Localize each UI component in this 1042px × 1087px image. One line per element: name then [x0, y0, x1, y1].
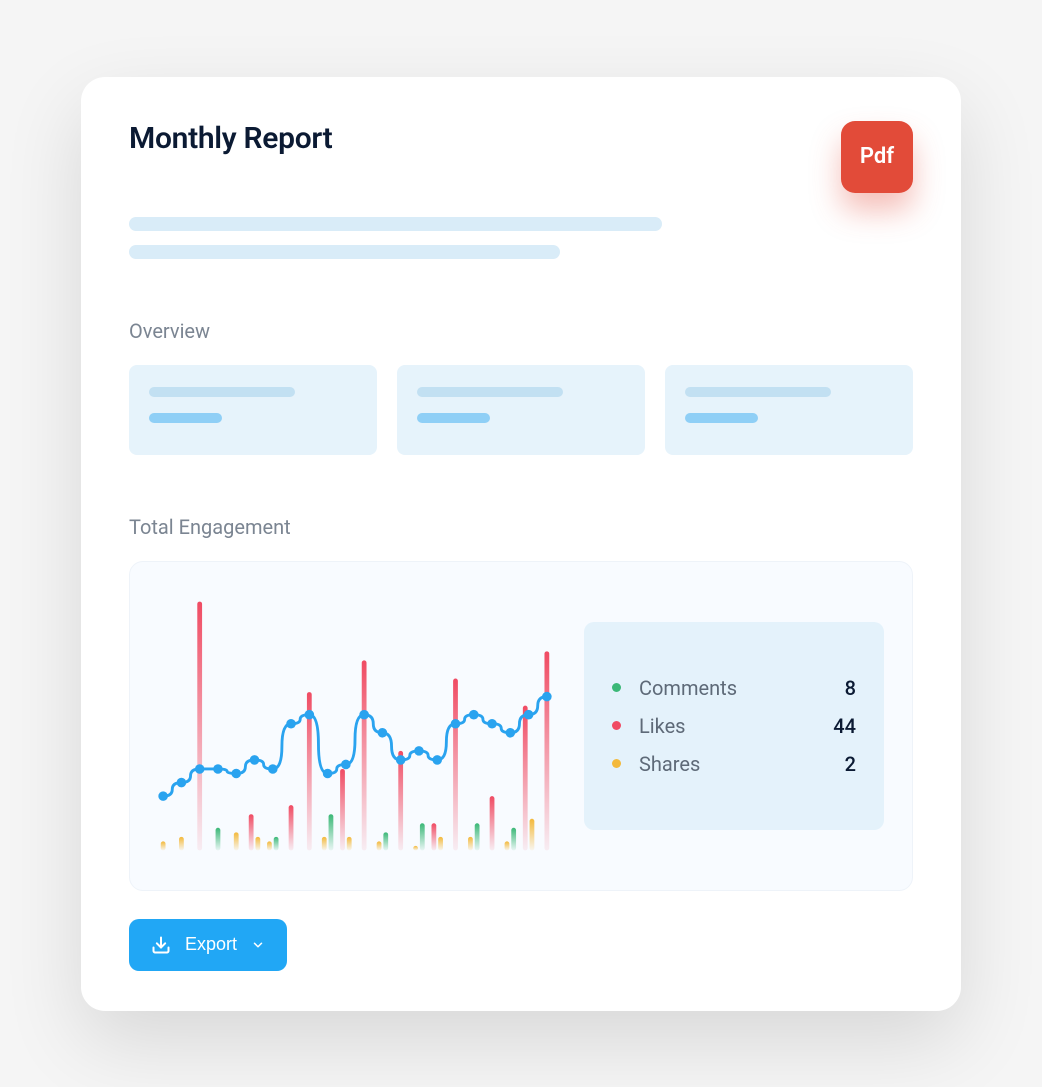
legend-item-likes: Likes 44	[612, 714, 856, 738]
legend-value: 2	[826, 752, 856, 776]
report-card: Monthly Report Pdf Overview Total Engage…	[81, 77, 961, 1011]
legend-box: Comments 8 Likes 44 Shares 2	[584, 622, 884, 830]
legend-dot-comments	[612, 683, 621, 692]
chart-panel: Comments 8 Likes 44 Shares 2	[129, 561, 913, 891]
legend-dot-shares	[612, 759, 621, 768]
overview-card-placeholder	[417, 413, 490, 423]
legend-value: 44	[826, 714, 856, 738]
overview-card	[129, 365, 377, 455]
legend-value: 8	[826, 676, 856, 700]
legend-item-comments: Comments 8	[612, 676, 856, 700]
export-button-label: Export	[185, 934, 237, 955]
description-placeholder-1	[129, 217, 662, 231]
overview-card-placeholder	[149, 413, 222, 423]
legend-label: Shares	[639, 752, 826, 776]
header-row: Monthly Report Pdf	[129, 121, 913, 193]
overview-card-placeholder	[685, 387, 831, 397]
page-title: Monthly Report	[129, 121, 332, 156]
overview-label: Overview	[129, 319, 913, 343]
overview-card	[397, 365, 645, 455]
legend-dot-likes	[612, 721, 621, 730]
engagement-chart	[154, 586, 556, 866]
download-icon	[151, 935, 171, 955]
overview-card	[665, 365, 913, 455]
overview-card-placeholder	[149, 387, 295, 397]
legend-label: Likes	[639, 714, 826, 738]
overview-card-placeholder	[417, 387, 563, 397]
chart-area	[154, 586, 556, 866]
overview-card-placeholder	[685, 413, 758, 423]
legend-label: Comments	[639, 676, 826, 700]
pdf-badge-label: Pdf	[860, 144, 894, 169]
legend-item-shares: Shares 2	[612, 752, 856, 776]
engagement-label: Total Engagement	[129, 515, 913, 539]
pdf-badge[interactable]: Pdf	[841, 121, 913, 193]
chevron-down-icon	[251, 938, 265, 952]
export-button[interactable]: Export	[129, 919, 287, 971]
description-placeholder-2	[129, 245, 560, 259]
overview-row	[129, 365, 913, 455]
